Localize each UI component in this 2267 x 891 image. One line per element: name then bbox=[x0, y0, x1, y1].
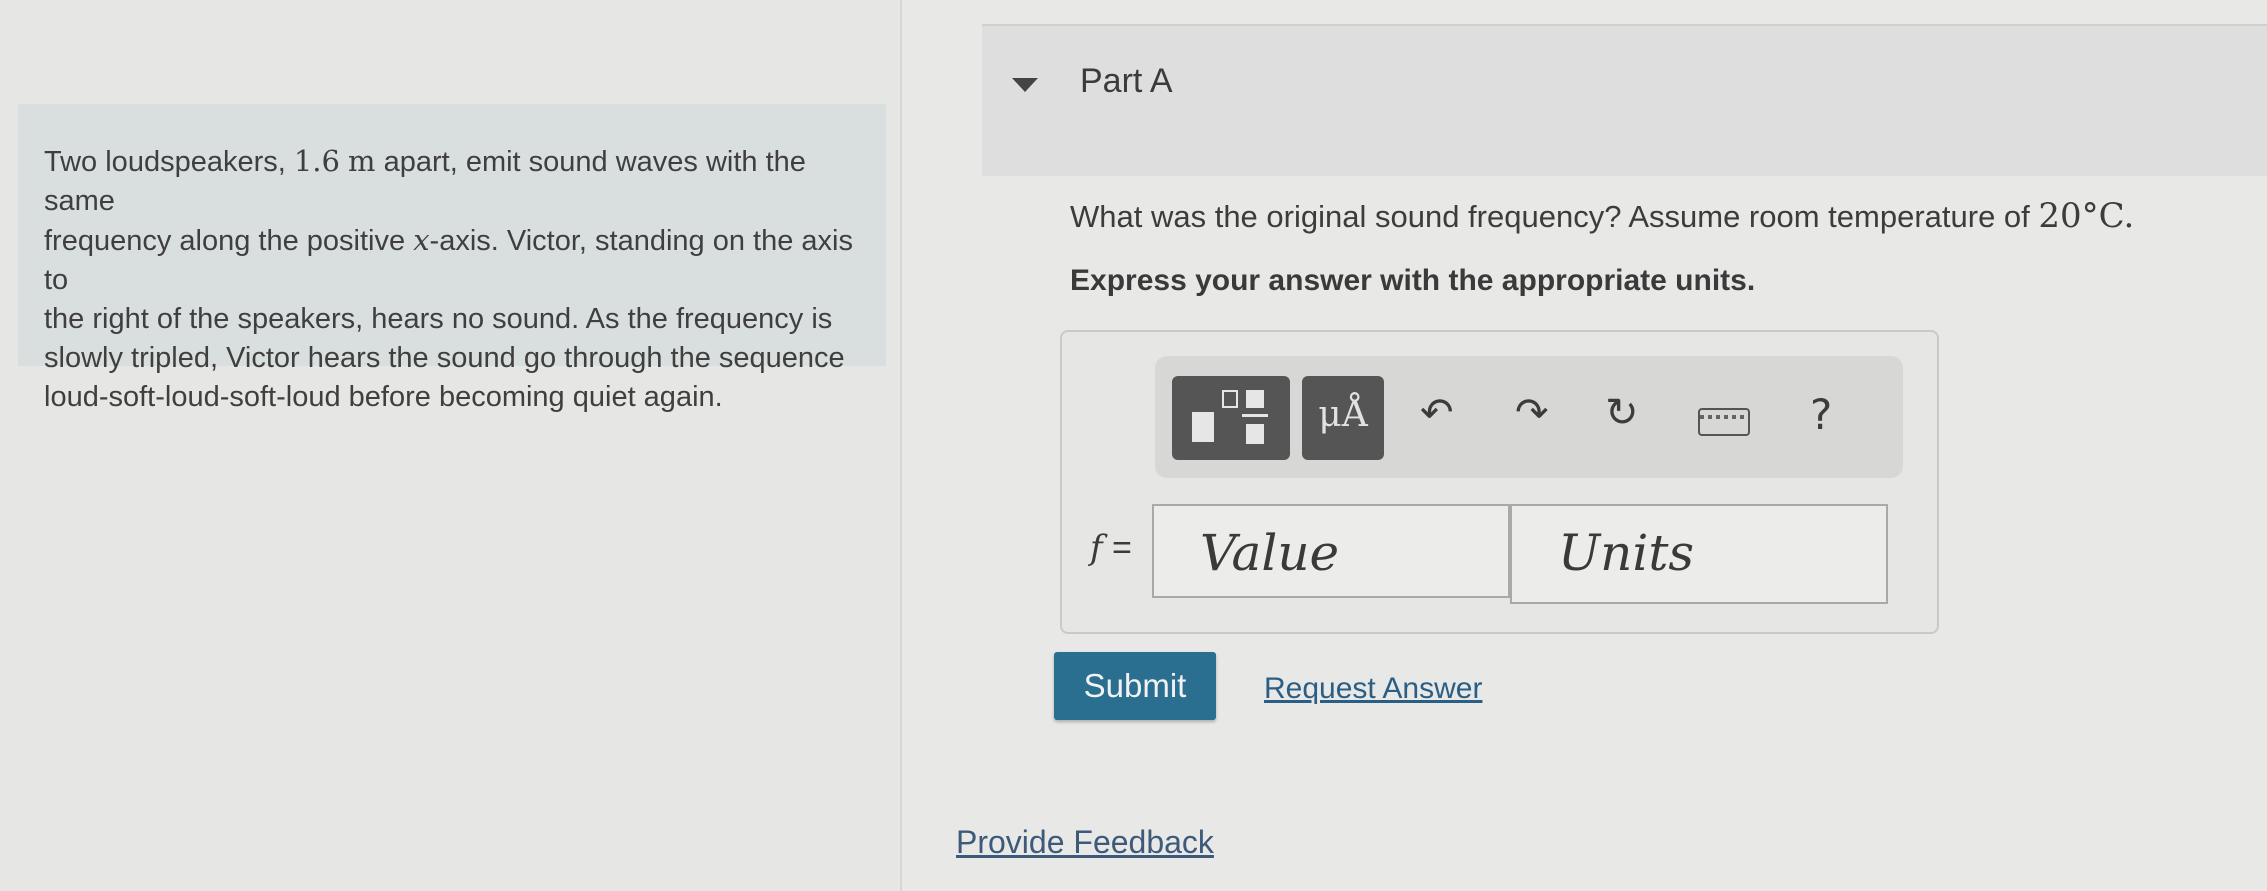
submit-button[interactable]: Submit bbox=[1054, 652, 1216, 720]
temperature-value: 20°C. bbox=[2038, 196, 2135, 236]
problem-line-5: loud-soft-loud-soft-loud before becoming… bbox=[44, 381, 723, 413]
redo-icon[interactable]: ↷ bbox=[1515, 390, 1549, 436]
units-button[interactable]: μÅ bbox=[1302, 376, 1384, 460]
provide-feedback-link[interactable]: Provide Feedback bbox=[956, 824, 1214, 861]
reset-icon[interactable]: ↻ bbox=[1605, 390, 1639, 436]
answer-label: f = bbox=[1090, 528, 1132, 568]
templates-button[interactable] bbox=[1172, 376, 1290, 460]
problem-line-4: slowly tripled, Victor hears the sound g… bbox=[44, 342, 845, 374]
problem-line-2: frequency along the positive x-axis. Vic… bbox=[44, 223, 853, 296]
part-title[interactable]: Part A bbox=[1080, 62, 1173, 101]
units-placeholder: Units bbox=[1558, 524, 1695, 582]
keyboard-icon[interactable] bbox=[1698, 408, 1750, 436]
value-placeholder: Value bbox=[1200, 524, 1340, 582]
problem-line-3: the right of the speakers, hears no soun… bbox=[44, 303, 833, 335]
templates-icon bbox=[1192, 412, 1214, 442]
units-symbol-icon: μÅ bbox=[1318, 394, 1368, 435]
problem-line-1: Two loudspeakers, 1.6 m apart, emit soun… bbox=[44, 144, 806, 217]
help-icon[interactable]: ? bbox=[1810, 390, 1832, 439]
answer-instruction: Express your answer with the appropriate… bbox=[1070, 264, 1756, 297]
question-text: What was the original sound frequency? A… bbox=[1070, 196, 2135, 236]
collapse-caret-icon[interactable] bbox=[1012, 78, 1038, 92]
problem-statement: Two loudspeakers, 1.6 m apart, emit soun… bbox=[18, 104, 886, 413]
undo-icon[interactable]: ↶ bbox=[1420, 390, 1454, 436]
request-answer-link[interactable]: Request Answer bbox=[1264, 672, 1482, 706]
units-input[interactable]: Units bbox=[1510, 504, 1888, 604]
value-input[interactable]: Value bbox=[1152, 504, 1510, 598]
part-header[interactable] bbox=[982, 24, 2267, 176]
